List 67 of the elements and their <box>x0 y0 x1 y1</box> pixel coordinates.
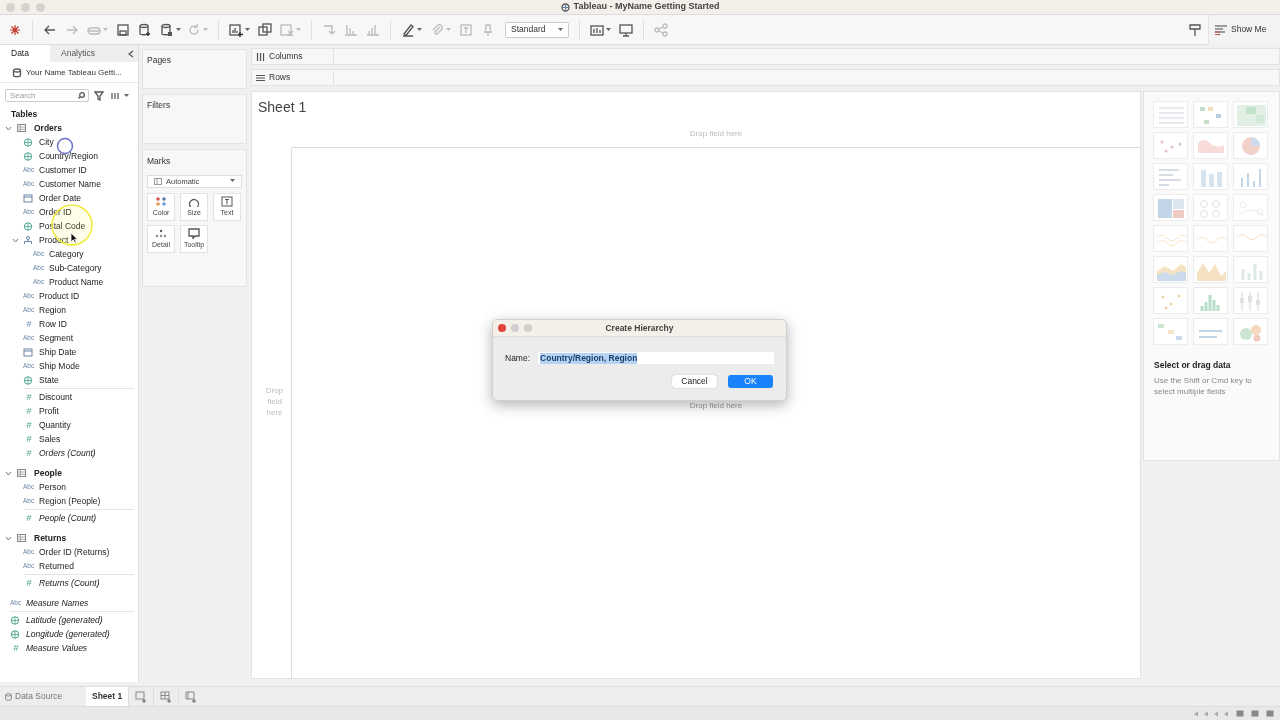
data-type-icon: # <box>10 643 22 653</box>
section-heading: Tables <box>10 108 39 121</box>
table-name[interactable]: Orders <box>34 121 62 135</box>
data-type-icon: # <box>23 434 35 444</box>
field-item[interactable]: Sales <box>39 432 61 446</box>
rows-shelf[interactable]: Rows <box>251 69 1280 86</box>
show-me-hint: Use the Shift or Cmd key to select multiple fields <box>1154 374 1253 397</box>
field-item[interactable]: Order ID (Returns) <box>39 545 110 559</box>
shelf-label: Filters <box>146 99 172 112</box>
field-item[interactable]: Returned <box>39 559 74 573</box>
field-item[interactable]: Ship Mode <box>39 359 80 373</box>
field-label: Name: <box>505 352 531 365</box>
field-item[interactable]: Country/Region <box>39 149 99 163</box>
ok-button[interactable]: OK <box>728 374 773 388</box>
window-title: Tableau - MyName Getting Started <box>573 0 720 14</box>
field-item[interactable]: Profit <box>39 404 59 418</box>
columns-shelf[interactable]: Columns <box>251 48 1280 65</box>
field-item[interactable]: Longitude (generated) <box>26 627 110 641</box>
data-type-icon: # <box>23 578 35 588</box>
field-item[interactable]: Row ID <box>39 317 67 331</box>
data-type-icon: # <box>23 392 35 402</box>
data-type-icon: # <box>23 406 35 416</box>
field-item[interactable]: City <box>39 135 54 149</box>
field-item[interactable]: Region <box>39 303 66 317</box>
field-item[interactable]: Order Date <box>39 191 82 205</box>
field-item[interactable]: Product Name <box>49 275 104 289</box>
field-item[interactable]: Sub-Category <box>49 261 102 275</box>
field-item[interactable]: Ship Date <box>39 345 77 359</box>
field-item[interactable]: Region (People) <box>39 494 101 508</box>
field-item[interactable]: Discount <box>39 390 73 404</box>
marks-label: Marks <box>146 155 172 168</box>
datasource-name[interactable]: Your Name Tableau Getti... <box>26 66 122 79</box>
sheet-title: Sheet 1 <box>258 98 308 117</box>
field-item[interactable]: State <box>39 373 59 387</box>
cancel-button[interactable]: Cancel <box>672 374 717 388</box>
show-me-button[interactable]: Show Me <box>1208 14 1280 45</box>
name-field[interactable]: Country/Region, Region <box>538 352 775 365</box>
field-item[interactable]: Orders (Count) <box>39 446 96 460</box>
sheet-tab[interactable]: Sheet 1 <box>86 687 129 706</box>
table-name[interactable]: People <box>34 466 62 480</box>
data-type-icon: # <box>23 319 35 329</box>
field-item[interactable]: Product ID <box>39 289 80 303</box>
field-item[interactable]: Measure Values <box>26 641 88 655</box>
filters-shelf[interactable]: Filters <box>142 94 247 144</box>
field-item[interactable]: Latitude (generated) <box>26 613 103 627</box>
field-item[interactable]: Quantity <box>39 418 71 432</box>
field-item[interactable]: Person <box>39 480 66 494</box>
shelf-label: Pages <box>146 54 173 67</box>
dialog-title: Create Hierarchy <box>605 321 674 335</box>
field-item[interactable]: Category <box>49 247 84 261</box>
pages-shelf[interactable]: Pages <box>142 49 247 89</box>
table-name[interactable]: Returns <box>34 531 67 545</box>
drop-zone-hint: Drop field here <box>689 399 743 412</box>
search-field[interactable]: Search <box>5 89 89 102</box>
field-item[interactable]: Customer Name <box>39 177 101 191</box>
data-type-icon: # <box>23 513 35 523</box>
field-item[interactable]: Customer ID <box>39 163 87 177</box>
field-item[interactable]: Segment <box>39 331 74 345</box>
show-me-title: Select or drag data <box>1154 359 1232 372</box>
field-item[interactable]: People (Count) <box>39 511 97 525</box>
sheet-tab[interactable]: Data Source <box>0 687 74 706</box>
data-type-icon: # <box>23 420 35 430</box>
field-item[interactable]: Returns (Count) <box>39 576 100 590</box>
fit-dropdown[interactable]: Standard <box>505 21 569 38</box>
data-type-icon: # <box>23 448 35 458</box>
pane-tab[interactable]: Analytics <box>50 45 125 62</box>
field-item[interactable]: Measure Names <box>26 596 89 610</box>
